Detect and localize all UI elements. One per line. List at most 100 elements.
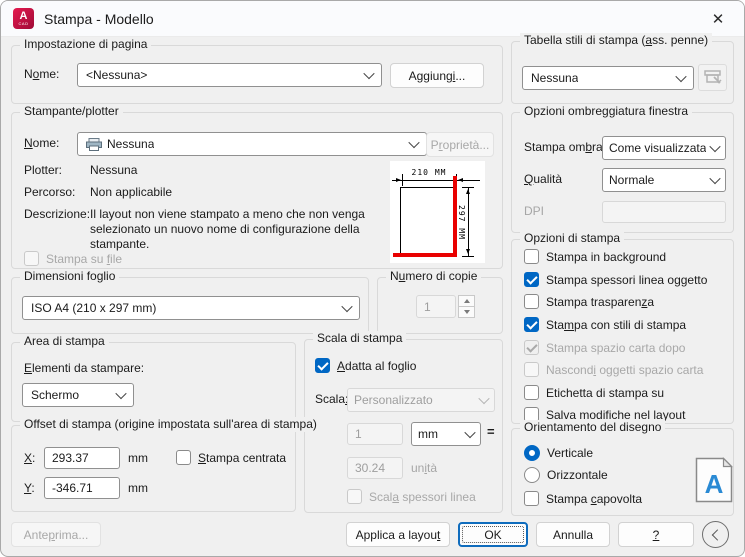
plot-style-table-editor-icon — [703, 69, 723, 86]
nascondi-oggetti-spazio-carta-checkbox[interactable]: Nascondi oggetti spazio carta — [524, 361, 703, 378]
what-to-plot-label: Elementi da stampare: — [24, 361, 144, 375]
print-to-file-checkbox[interactable]: Stampa su file — [24, 250, 122, 267]
stampa-in-background-checkbox[interactable]: Stampa in background — [524, 248, 666, 265]
group-page-setup: Impostazione di pagina Nome: <Nessuna> A… — [11, 45, 503, 104]
chevron-down-icon — [363, 68, 374, 79]
window-title: Stampa - Modello — [44, 11, 154, 27]
description-value: Il layout non viene stampato a meno che … — [90, 207, 390, 252]
what-to-plot-select[interactable]: Schermo — [22, 383, 134, 407]
group-printer-plotter-legend: Stampante/plotter — [20, 104, 123, 119]
arrow-up-icon — [464, 299, 470, 303]
printer-properties-button[interactable]: Proprietà... — [426, 132, 494, 157]
checkbox-icon — [524, 491, 539, 506]
group-printer-plotter: Stampante/plotter Nome: Nessuna Propriet… — [11, 112, 503, 269]
offset-x-input[interactable] — [44, 447, 120, 469]
checkbox-icon — [347, 489, 362, 504]
arrow-down-icon — [464, 310, 470, 314]
checkbox-icon — [524, 385, 539, 400]
group-plot-options: Opzioni di stampa Stampa in background S… — [511, 239, 734, 424]
group-plot-options-legend: Opzioni di stampa — [520, 231, 624, 246]
plot-upside-down-checkbox[interactable]: Stampa capovolta — [524, 490, 642, 507]
page-setup-name-label: Nome: — [24, 67, 59, 81]
group-paper-size-legend: Dimensioni foglio — [20, 269, 119, 284]
group-plot-area-legend: Area di stampa — [20, 334, 109, 349]
chevron-down-icon — [341, 301, 352, 312]
portrait-radio[interactable]: Verticale — [524, 444, 593, 461]
checkbox-icon — [524, 362, 539, 377]
paper-preview: 210 MM 297 MM — [390, 161, 485, 263]
cancel-button[interactable]: Annulla — [536, 522, 610, 547]
landscape-radio[interactable]: Orizzontale — [524, 466, 608, 483]
quality-select[interactable]: Normale — [602, 168, 726, 192]
spin-down-button[interactable] — [458, 306, 475, 318]
chevron-down-icon — [478, 393, 489, 404]
arrow-left-icon — [458, 178, 463, 182]
stampa-con-stili-di-stampa-checkbox[interactable]: Stampa con stili di stampa — [524, 316, 686, 333]
fit-to-paper-checkbox[interactable]: Adatta al foglio — [315, 357, 416, 374]
apply-to-layout-button[interactable]: Applica a layout — [346, 522, 450, 547]
group-shaded-viewport-legend: Opzioni ombreggiatura finestra — [520, 104, 692, 119]
radio-icon — [524, 445, 540, 461]
group-paper-size: Dimensioni foglio ISO A4 (210 x 297 mm) — [11, 277, 369, 334]
printable-area-edge-bottom — [393, 253, 457, 257]
edit-plot-style-table-button[interactable] — [698, 64, 727, 91]
group-drawing-orientation-legend: Orientamento del disegno — [520, 420, 665, 435]
copies-input[interactable] — [416, 295, 456, 318]
plot-dialog: A CAD Stampa - Modello ✕ Impostazione di… — [0, 0, 745, 557]
paper-width-label: 210 MM — [402, 168, 456, 177]
dimension-line-vertical — [468, 188, 469, 256]
page-setup-name-select[interactable]: <Nessuna> — [77, 63, 382, 87]
checkbox-icon — [524, 340, 539, 355]
scale-paper-units-input[interactable] — [347, 423, 403, 445]
paper-outline — [400, 187, 456, 256]
etichetta-di-stampa-su-checkbox[interactable]: Etichetta di stampa su — [524, 384, 664, 401]
dpi-input[interactable] — [602, 201, 726, 223]
units-label: unità — [411, 461, 437, 475]
help-button[interactable]: ? — [618, 522, 694, 547]
group-plot-offset: Offset di stampa (origine impostata sull… — [11, 425, 296, 512]
less-options-button[interactable] — [702, 521, 729, 548]
copies-spinner — [416, 295, 475, 318]
plot-style-table-select[interactable]: Nessuna — [522, 66, 694, 90]
offset-x-label: X: — [24, 451, 35, 465]
offset-y-unit: mm — [128, 481, 148, 495]
plotter-label: Plotter: — [24, 163, 62, 177]
preview-button[interactable]: Anteprima... — [11, 522, 101, 547]
radio-icon — [524, 467, 540, 483]
chevron-down-icon — [464, 427, 475, 438]
chevron-down-icon — [115, 388, 126, 399]
offset-x-unit: mm — [128, 451, 148, 465]
autocad-app-icon: A CAD — [13, 8, 34, 29]
center-plot-checkbox[interactable]: Stampa centrata — [176, 449, 286, 466]
shade-plot-label: Stampa ombra — [524, 140, 603, 154]
stampa-spessori-linea-oggetto-checkbox[interactable]: Stampa spessori linea oggetto — [524, 271, 707, 288]
group-drawing-orientation: Orientamento del disegno Verticale Orizz… — [511, 428, 734, 516]
close-icon[interactable]: ✕ — [704, 10, 732, 28]
path-label: Percorso: — [24, 185, 75, 199]
scale-select[interactable]: Personalizzato — [347, 388, 495, 412]
paper-size-select[interactable]: ISO A4 (210 x 297 mm) — [22, 296, 360, 320]
printer-name-select[interactable]: Nessuna — [77, 132, 427, 156]
portrait-orientation-icon: A — [695, 457, 733, 503]
stampa-trasparenza-checkbox[interactable]: Stampa trasparenza — [524, 293, 654, 310]
add-page-setup-button[interactable]: Aggiungi... — [390, 63, 484, 88]
chevron-down-icon — [709, 141, 720, 152]
stampa-spazio-carta-dopo-checkbox[interactable]: Stampa spazio carta dopo — [524, 339, 685, 356]
group-shaded-viewport: Opzioni ombreggiatura finestra Stampa om… — [511, 112, 734, 233]
path-value: Non applicabile — [90, 185, 172, 199]
scale-drawing-units-input[interactable] — [347, 457, 403, 479]
printer-name-label: Nome: — [24, 136, 59, 150]
checkbox-icon — [524, 272, 539, 287]
ok-button[interactable]: OK — [458, 522, 528, 547]
shade-plot-select[interactable]: Come visualizzata — [602, 136, 726, 160]
svg-text:A: A — [705, 469, 724, 499]
titlebar: A CAD Stampa - Modello ✕ — [1, 1, 744, 37]
group-plot-scale: Scala di stampa Adatta al foglio Scala: … — [304, 339, 503, 513]
arrow-down-icon — [466, 249, 470, 254]
checkbox-icon — [24, 251, 39, 266]
scale-lineweights-checkbox[interactable]: Scala spessori linea — [347, 488, 476, 505]
offset-y-input[interactable] — [44, 477, 120, 499]
group-plot-offset-legend: Offset di stampa (origine impostata sull… — [20, 417, 321, 432]
chevron-left-icon — [711, 529, 722, 540]
scale-unit-select[interactable]: mm — [411, 422, 481, 446]
